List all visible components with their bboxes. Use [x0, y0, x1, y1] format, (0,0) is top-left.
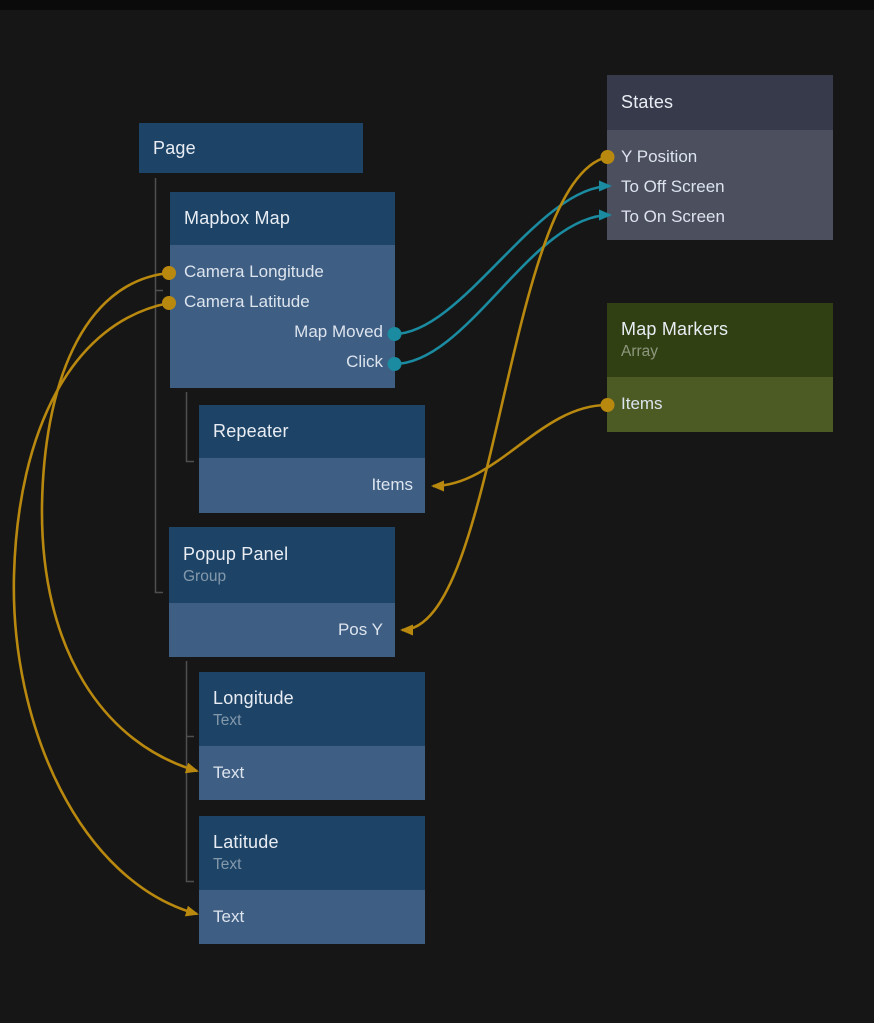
- node-latitude-header: Latitude Text: [199, 816, 425, 890]
- port-latitude-text[interactable]: Text: [199, 902, 425, 932]
- node-map-markers[interactable]: Map Markers Array Items: [607, 303, 833, 432]
- tree-line-popup-children: [187, 661, 195, 882]
- node-title: Page: [153, 138, 363, 159]
- node-latitude[interactable]: Latitude Text Text: [199, 816, 425, 944]
- port-items-out[interactable]: Items: [607, 389, 833, 419]
- port-label: Camera Latitude: [184, 292, 310, 311]
- window-top-edge: [0, 0, 874, 10]
- port-label: Map Moved: [294, 322, 383, 341]
- tree-line-mapbox-children: [187, 392, 195, 462]
- node-subtitle: Text: [213, 856, 425, 874]
- port-label: Text: [213, 907, 244, 926]
- node-mapbox-header: Mapbox Map: [170, 192, 395, 245]
- node-states-body: Y Position To Off Screen To On Screen: [607, 130, 833, 240]
- node-popup-panel-header: Popup Panel Group: [169, 527, 395, 603]
- node-subtitle: Group: [183, 568, 395, 586]
- port-label: Items: [371, 475, 413, 494]
- wire-map-moved-to-off-screen[interactable]: [394, 186, 610, 334]
- node-popup-panel[interactable]: Popup Panel Group Pos Y: [169, 527, 395, 657]
- tree-line-page-children: [156, 178, 164, 593]
- port-label: Camera Longitude: [184, 262, 324, 281]
- wire-y-position-to-pos-y[interactable]: [402, 157, 607, 630]
- node-longitude-header: Longitude Text: [199, 672, 425, 746]
- node-title: States: [621, 92, 833, 113]
- node-map-markers-header: Map Markers Array: [607, 303, 833, 377]
- node-mapbox-body: Camera Longitude Camera Latitude Map Mov…: [170, 245, 395, 388]
- node-states-header: States: [607, 75, 833, 130]
- node-map-markers-body: Items: [607, 377, 833, 432]
- node-page-header: Page: [139, 123, 363, 173]
- port-camera-longitude[interactable]: Camera Longitude: [170, 257, 395, 287]
- port-label: Y Position: [621, 147, 697, 166]
- port-to-on-screen[interactable]: To On Screen: [607, 202, 833, 232]
- port-camera-latitude[interactable]: Camera Latitude: [170, 287, 395, 317]
- node-repeater-header: Repeater: [199, 405, 425, 458]
- wire-click-to-on-screen[interactable]: [394, 215, 610, 364]
- port-label: To Off Screen: [621, 177, 725, 196]
- port-click[interactable]: Click: [170, 347, 395, 377]
- port-y-position[interactable]: Y Position: [607, 142, 833, 172]
- node-popup-panel-body: Pos Y: [169, 603, 395, 657]
- node-subtitle: Text: [213, 712, 425, 730]
- node-repeater-body: Items: [199, 458, 425, 513]
- node-subtitle: Array: [621, 343, 833, 361]
- port-label: Text: [213, 763, 244, 782]
- port-label: Items: [621, 394, 663, 413]
- port-map-moved[interactable]: Map Moved: [170, 317, 395, 347]
- node-longitude[interactable]: Longitude Text Text: [199, 672, 425, 800]
- node-page[interactable]: Page: [139, 123, 363, 173]
- node-title: Mapbox Map: [184, 208, 395, 229]
- port-label: To On Screen: [621, 207, 725, 226]
- node-repeater[interactable]: Repeater Items: [199, 405, 425, 513]
- node-latitude-body: Text: [199, 890, 425, 944]
- node-editor-canvas[interactable]: Page Mapbox Map Camera Longitude Camera …: [0, 0, 874, 1023]
- port-to-off-screen[interactable]: To Off Screen: [607, 172, 833, 202]
- port-pos-y[interactable]: Pos Y: [169, 615, 395, 645]
- port-longitude-text[interactable]: Text: [199, 758, 425, 788]
- wire-items-to-repeater-items[interactable]: [433, 405, 607, 486]
- node-title: Map Markers: [621, 319, 833, 340]
- node-title: Longitude: [213, 688, 425, 709]
- port-label: Click: [346, 352, 383, 371]
- node-states[interactable]: States Y Position To Off Screen To On Sc…: [607, 75, 833, 240]
- node-title: Latitude: [213, 832, 425, 853]
- port-items-in[interactable]: Items: [199, 470, 425, 500]
- port-label: Pos Y: [338, 620, 383, 639]
- node-longitude-body: Text: [199, 746, 425, 800]
- node-title: Repeater: [213, 421, 425, 442]
- node-mapbox-map[interactable]: Mapbox Map Camera Longitude Camera Latit…: [170, 192, 395, 388]
- node-title: Popup Panel: [183, 544, 395, 565]
